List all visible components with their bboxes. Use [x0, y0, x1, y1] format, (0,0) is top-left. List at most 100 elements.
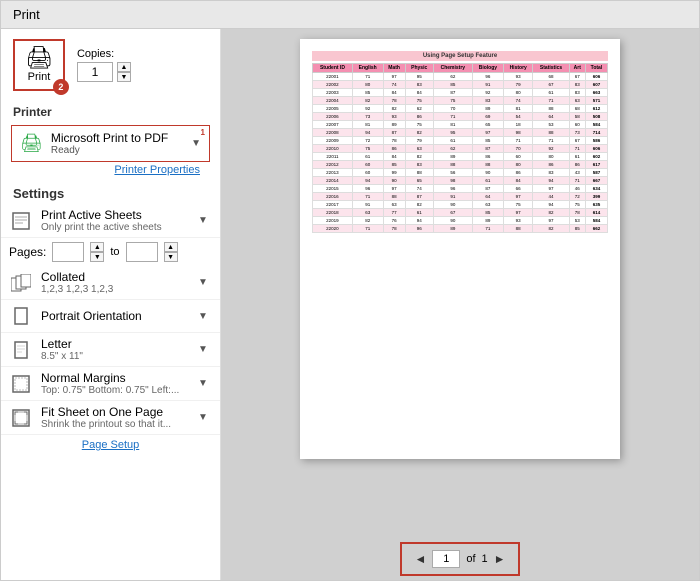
table-cell: 64	[533, 113, 569, 121]
table-cell: 69	[472, 113, 503, 121]
setting-fit-sub: Shrink the printout so that it...	[41, 419, 190, 430]
setting-print-active-sheets[interactable]: Print Active Sheets Only print the activ…	[1, 204, 220, 238]
print-button-label: Print	[28, 71, 51, 83]
pages-from-up[interactable]: ▲	[90, 242, 104, 252]
table-header-cell: Biology	[472, 64, 503, 73]
pages-to-down[interactable]: ▼	[164, 252, 178, 262]
table-cell: 77	[383, 209, 405, 217]
table-cell: 587	[585, 169, 607, 177]
page-setup-link[interactable]: Page Setup	[1, 435, 220, 455]
setting-margins-main: Normal Margins	[41, 371, 190, 385]
table-cell: 71	[533, 97, 569, 105]
printer-properties-link[interactable]: Printer Properties	[11, 162, 210, 178]
table-row: 220126085838888808686617	[313, 161, 608, 169]
fit-dropdown[interactable]: ▼	[198, 412, 212, 423]
table-cell: 67	[433, 209, 472, 217]
orientation-dropdown[interactable]: ▼	[198, 311, 212, 322]
table-cell: 71	[569, 145, 585, 153]
table-cell: 89	[383, 121, 405, 129]
table-cell: 58	[569, 113, 585, 121]
prev-page-btn[interactable]: ◄	[414, 552, 426, 566]
printer-selector[interactable]: 🖨 Microsoft Print to PDF Ready ▼ 1	[11, 125, 210, 162]
table-row: 220116184828986608061602	[313, 153, 608, 161]
page-number-input[interactable]	[432, 550, 460, 568]
table-row: 220167188879164974472399	[313, 193, 608, 201]
table-cell: 90	[433, 217, 472, 225]
table-cell: 74	[503, 97, 533, 105]
table-cell: 86	[472, 153, 503, 161]
setting-margins[interactable]: Normal Margins Top: 0.75" Bottom: 0.75" …	[1, 367, 220, 401]
setting-collated[interactable]: Collated 1,2,3 1,2,3 1,2,3 ▼	[1, 266, 220, 300]
setting-fit[interactable]: Fit Sheet on One Page Shrink the printou…	[1, 401, 220, 435]
table-row: 220067393867169546458508	[313, 113, 608, 121]
table-cell: 75	[352, 145, 383, 153]
table-cell: 82	[533, 209, 569, 217]
copies-up-btn[interactable]: ▲	[117, 62, 131, 72]
setting-collated-main: Collated	[41, 270, 190, 284]
table-cell: 71	[569, 177, 585, 185]
pages-to-up[interactable]: ▲	[164, 242, 178, 252]
content-area: 🖨 Print 2 Copies: ▲ ▼ Printer	[1, 29, 699, 580]
pages-from-down[interactable]: ▼	[90, 252, 104, 262]
table-cell: 87	[433, 89, 472, 97]
table-cell: 22004	[313, 97, 353, 105]
table-cell: 61	[433, 137, 472, 145]
table-cell: 97	[533, 217, 569, 225]
setting-paper[interactable]: Letter 8.5" x 11" ▼	[1, 333, 220, 367]
table-cell: 84	[405, 89, 433, 97]
setting-margins-sub: Top: 0.75" Bottom: 0.75" Left:...	[41, 385, 190, 396]
setting-orientation[interactable]: Portrait Orientation ▼	[1, 300, 220, 333]
table-cell: 71	[352, 73, 383, 81]
table-cell: 70	[503, 145, 533, 153]
table-cell: 584	[585, 121, 607, 129]
table-cell: 22008	[313, 129, 353, 137]
margins-icon	[9, 372, 33, 396]
print-active-dropdown[interactable]: ▼	[198, 215, 212, 226]
table-cell: 82	[533, 225, 569, 233]
table-row: 220198276949089939753584	[313, 217, 608, 225]
copies-input[interactable]	[77, 62, 113, 82]
table-cell: 86	[533, 161, 569, 169]
table-cell: 93	[503, 217, 533, 225]
table-cell: 89	[472, 105, 503, 113]
pages-from-input[interactable]	[52, 242, 84, 262]
paper-dropdown[interactable]: ▼	[198, 344, 212, 355]
print-button[interactable]: 🖨 Print 2	[13, 39, 65, 91]
pages-to-input[interactable]	[126, 242, 158, 262]
table-cell: 22011	[313, 153, 353, 161]
left-panel: 🖨 Print 2 Copies: ▲ ▼ Printer	[1, 29, 221, 580]
table-cell: 91	[472, 81, 503, 89]
table-cell: 88	[405, 169, 433, 177]
table-cell: 88	[433, 161, 472, 169]
table-cell: 22015	[313, 185, 353, 193]
table-cell: 90	[433, 201, 472, 209]
table-cell: 67	[569, 137, 585, 145]
print-badge: 2	[53, 79, 69, 95]
table-cell: 62	[433, 73, 472, 81]
table-cell: 53	[533, 121, 569, 129]
table-cell: 63	[383, 201, 405, 209]
preview-table-container: Using Page Setup Feature Student IDEngli…	[312, 51, 608, 233]
printer-section: i 🖨 Microsoft Print to PDF Ready ▼ 1 Pri…	[1, 121, 220, 182]
table-cell: 71	[352, 193, 383, 201]
table-cell: 60	[569, 121, 585, 129]
collated-dropdown[interactable]: ▼	[198, 277, 212, 288]
table-header-cell: Math	[383, 64, 405, 73]
table-cell: 66	[503, 185, 533, 193]
printer-icon-badge: 🖨	[20, 133, 43, 154]
page-navigation: ◄ of 1 ►	[400, 542, 520, 576]
next-page-btn[interactable]: ►	[494, 552, 506, 566]
table-row: 220038584848792806183663	[313, 89, 608, 97]
table-cell: 90	[472, 169, 503, 177]
table-cell: 82	[405, 129, 433, 137]
table-cell: 71	[533, 137, 569, 145]
margins-dropdown[interactable]: ▼	[198, 378, 212, 389]
table-header-cell: Chemistry	[433, 64, 472, 73]
table-cell: 667	[585, 177, 607, 185]
table-header-cell: History	[503, 64, 533, 73]
table-cell: 88	[383, 193, 405, 201]
table-header-cell: Art	[569, 64, 585, 73]
table-row: 220136099885690868343587	[313, 169, 608, 177]
copies-down-btn[interactable]: ▼	[117, 72, 131, 82]
table-cell: 88	[503, 225, 533, 233]
